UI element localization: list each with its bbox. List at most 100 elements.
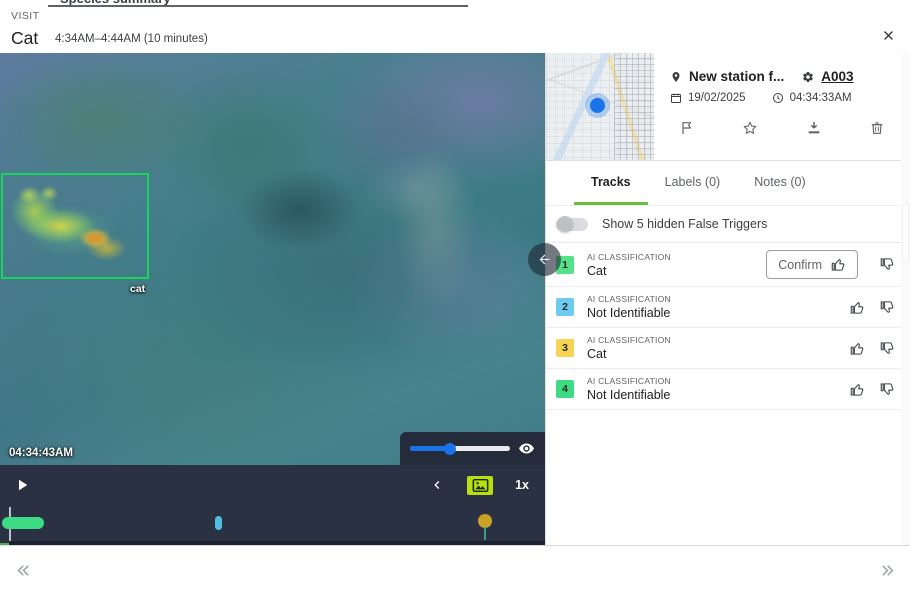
download-icon (808, 122, 819, 134)
track-kind-label: AI CLASSIFICATION (587, 294, 671, 304)
thumbs-up-icon (831, 259, 845, 271)
close-button[interactable] (872, 19, 904, 51)
play-icon (19, 479, 28, 491)
details-tabs: Tracks Labels (0) Notes (0) (546, 161, 910, 205)
calendar-icon (670, 92, 682, 104)
truncated-page-heading: Species summary (0, 0, 910, 7)
download-button[interactable] (797, 116, 831, 140)
thumbs-up-button[interactable] (842, 376, 872, 402)
visit-eyebrow-label: VISIT (11, 10, 40, 22)
thumbs-down-icon (880, 382, 893, 395)
track-info: AI CLASSIFICATION Cat (587, 252, 766, 278)
visit-detail-screen: Species summary VISIT Cat 4:34AM–4:44AM … (0, 0, 910, 592)
eye-icon (519, 443, 534, 454)
panel-resize-handle[interactable] (528, 243, 561, 276)
track-species-name: Cat (587, 263, 607, 278)
chevron-double-left-icon (17, 564, 29, 576)
false-triggers-switch[interactable] (556, 216, 588, 232)
track-actions (842, 294, 910, 320)
thumbs-down-button[interactable] (872, 376, 902, 402)
bottom-navigation-bar (0, 545, 910, 592)
table-row[interactable]: 1 AI CLASSIFICATION Cat Confirm (546, 243, 910, 287)
table-row[interactable]: 2 AI CLASSIFICATION Not Identifiable (546, 287, 910, 328)
station-summary: New station f... A003 19/02/2025 04:34:3… (546, 53, 910, 160)
false-triggers-switch-knob (557, 216, 573, 232)
thumbs-down-icon (880, 341, 893, 354)
visibility-toggle-button[interactable] (518, 440, 535, 457)
tab-notes[interactable]: Notes (0) (737, 161, 822, 205)
previous-visit-button[interactable] (8, 556, 38, 584)
thumbs-down-button[interactable] (872, 335, 902, 361)
video-player[interactable]: cat 04:34:43AM (0, 53, 545, 465)
next-visit-button[interactable] (872, 556, 902, 584)
playback-speed-button[interactable]: 1x (515, 478, 529, 492)
thumbs-down-button[interactable] (872, 294, 902, 320)
flag-button[interactable] (670, 116, 704, 140)
thumbs-down-button[interactable] (872, 252, 902, 278)
track-kind-label: AI CLASSIFICATION (587, 251, 671, 262)
camera-icon (802, 71, 814, 83)
track-number-badge: 3 (556, 339, 574, 357)
track-species-name: Not Identifiable (587, 306, 671, 320)
delete-button[interactable] (860, 116, 894, 140)
image-icon (472, 478, 489, 492)
page-title: Cat (11, 28, 39, 48)
visit-details-panel: New station f... A003 19/02/2025 04:34:3… (545, 53, 910, 545)
previous-track-button[interactable] (429, 477, 445, 493)
opacity-slider[interactable] (410, 442, 510, 455)
tab-tracks[interactable]: Tracks (574, 161, 648, 205)
play-button[interactable] (11, 474, 33, 496)
track-info: AI CLASSIFICATION Not Identifiable (587, 376, 842, 402)
track-kind-label: AI CLASSIFICATION (587, 335, 671, 345)
table-row[interactable]: 4 AI CLASSIFICATION Not Identifiable (546, 369, 910, 410)
confirm-button-label: Confirm (778, 257, 822, 272)
thermal-heat-blob (3, 175, 147, 277)
panel-scrollbar-thumb[interactable] (902, 203, 909, 261)
visit-time: 04:34:33AM (789, 92, 852, 104)
track-species-name: Not Identifiable (587, 388, 671, 402)
tab-labels[interactable]: Labels (0) (648, 161, 738, 205)
thumbs-up-icon (850, 342, 863, 355)
station-meta: New station f... A003 19/02/2025 04:34:3… (654, 53, 910, 160)
close-icon (883, 30, 893, 40)
track-actions (842, 335, 910, 361)
timeline-marker-amber[interactable] (478, 514, 492, 528)
flag-icon (682, 122, 691, 134)
track-species-name: Cat (587, 347, 607, 361)
track-number-badge: 2 (556, 298, 574, 316)
thumbs-up-button[interactable] (842, 294, 872, 320)
chevron-double-right-icon (881, 564, 893, 576)
camera-id-link[interactable]: A003 (821, 69, 853, 84)
player-controls-right: 1x (429, 475, 545, 495)
track-actions (842, 376, 910, 402)
timeline-marker-blue[interactable] (215, 516, 222, 530)
false-triggers-label: Show 5 hidden False Triggers (602, 217, 768, 231)
opacity-slider-popup[interactable] (400, 432, 545, 465)
station-datetime-row: 19/02/2025 04:34:33AM (670, 92, 900, 104)
track-kind-label: AI CLASSIFICATION (587, 376, 671, 386)
panel-scrollbar[interactable] (901, 53, 910, 545)
video-timestamp-overlay: 04:34:43AM (9, 447, 73, 459)
favourite-button[interactable] (733, 116, 767, 140)
thumbs-up-icon (850, 383, 863, 396)
player-controls-bar: 1x (0, 465, 545, 505)
false-triggers-toggle-row[interactable]: Show 5 hidden False Triggers (546, 205, 910, 243)
detection-label: cat (130, 283, 146, 295)
location-map-thumbnail[interactable] (546, 53, 654, 160)
video-timeline[interactable] (0, 505, 545, 547)
thumbs-up-button[interactable] (842, 335, 872, 361)
opacity-slider-knob[interactable] (444, 442, 456, 455)
map-location-marker (590, 98, 605, 113)
timeline-clip-segment[interactable] (2, 517, 44, 529)
timeline-marker-amber-stem (484, 527, 486, 540)
thermal-view-toggle-button[interactable] (467, 475, 494, 495)
visit-actions (670, 116, 900, 140)
star-icon (743, 121, 757, 134)
table-row[interactable]: 3 AI CLASSIFICATION Cat (546, 328, 910, 369)
confirm-button[interactable]: Confirm (766, 250, 858, 279)
trash-icon (871, 122, 883, 134)
track-info: AI CLASSIFICATION Not Identifiable (587, 294, 842, 320)
track-actions: Confirm (766, 250, 910, 279)
thumbs-down-icon (880, 300, 893, 313)
chevron-left-icon (434, 481, 440, 489)
